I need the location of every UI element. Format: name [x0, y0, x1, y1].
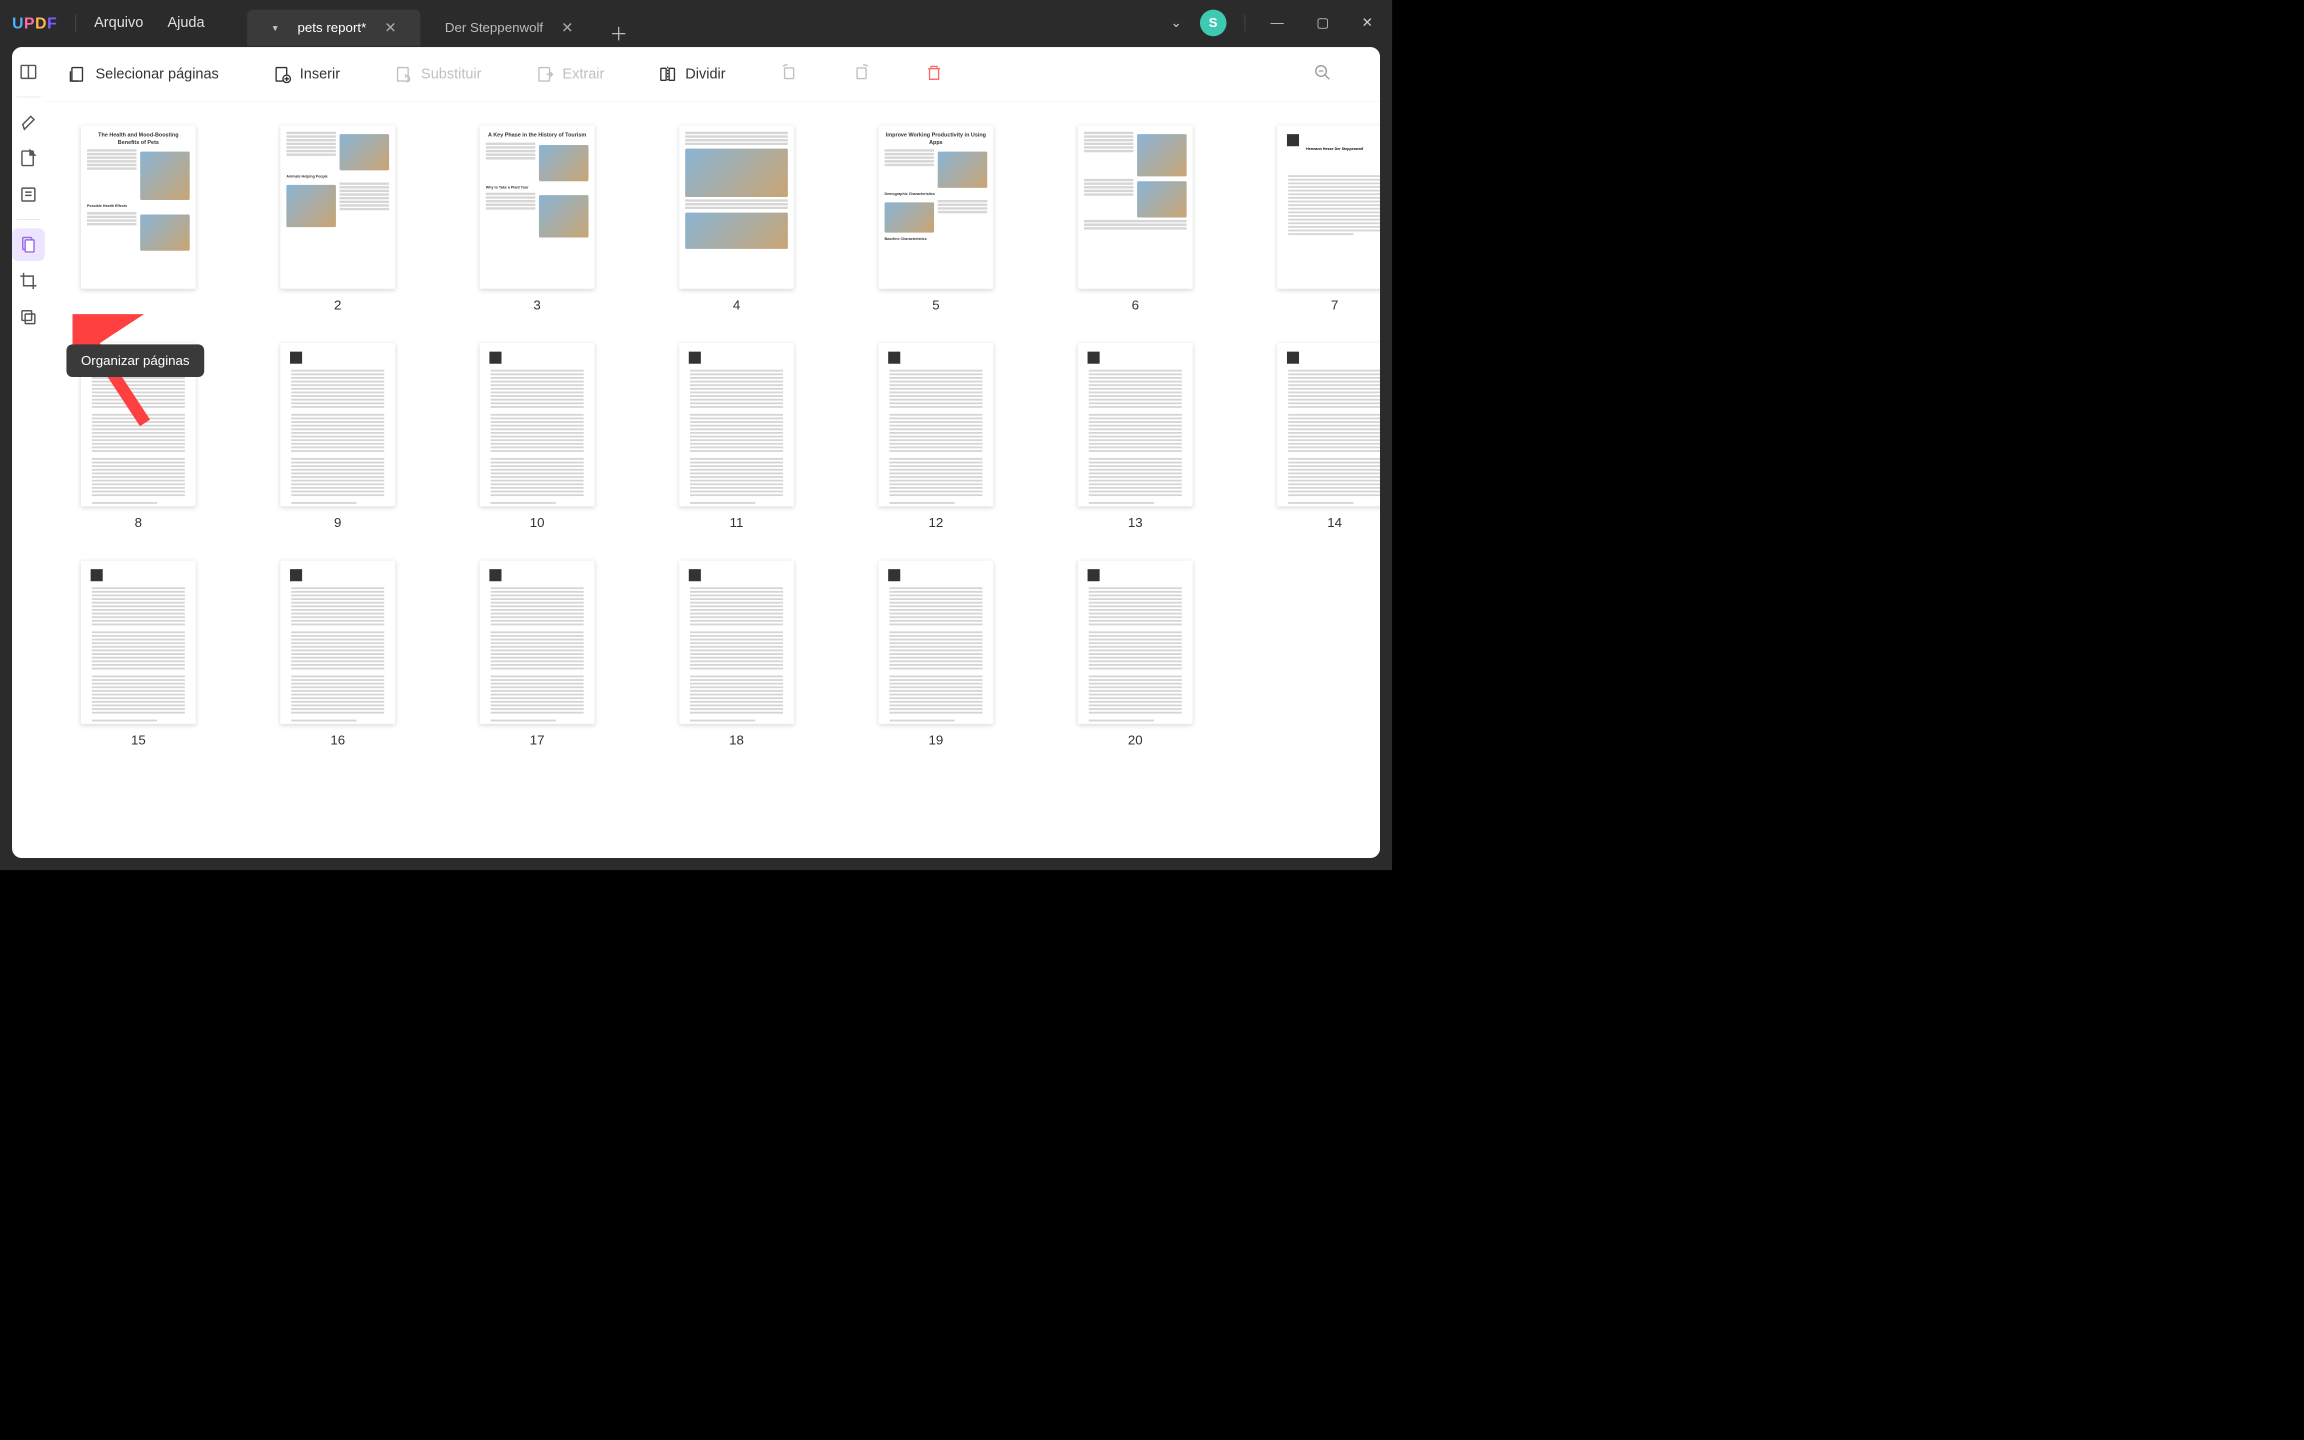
page-thumbnail[interactable]: 13 [1078, 343, 1193, 530]
tab-label: Der Steppenwolf [445, 20, 543, 36]
page-thumbnail[interactable]: 17 [480, 561, 595, 748]
insert-icon [273, 65, 291, 83]
menu-file[interactable]: Arquivo [94, 15, 143, 32]
page-thumbnail[interactable]: 4 [679, 126, 794, 313]
separator [16, 219, 40, 220]
edit-pdf-button[interactable] [12, 142, 45, 175]
page-thumbnail[interactable]: 12 [879, 343, 994, 530]
layers-icon [19, 308, 38, 327]
organize-pages-button[interactable] [12, 228, 45, 261]
book-icon [19, 62, 38, 81]
close-icon[interactable]: ✕ [561, 19, 573, 37]
form-icon [19, 185, 38, 204]
form-button[interactable] [12, 178, 45, 211]
page-thumbnail[interactable]: 16 [280, 561, 395, 748]
extract-button: Extrair [536, 65, 604, 83]
tab-label: pets report* [298, 20, 367, 36]
zoom-out-button[interactable] [1314, 63, 1332, 84]
tab-pets-report[interactable]: ▼ pets report* ✕ [247, 10, 421, 46]
marker-icon [19, 112, 38, 131]
replace-icon [394, 65, 412, 83]
content-area: Selecionar páginas Inserir Substituir Ex… [45, 47, 1380, 858]
page-grid[interactable]: The Health and Mood-Boosting Benefits of… [45, 102, 1380, 858]
extract-icon [536, 65, 554, 83]
minimize-button[interactable]: — [1263, 11, 1291, 34]
page-thumbnail[interactable]: Animals Helping People 2 [280, 126, 395, 313]
maximize-button[interactable]: ▢ [1309, 11, 1336, 34]
select-icon [69, 65, 87, 83]
page-thumbnail[interactable]: 10 [480, 343, 595, 530]
delete-button[interactable] [925, 63, 943, 84]
page-thumbnail[interactable]: 14 [1277, 343, 1380, 530]
redact-button[interactable] [12, 301, 45, 334]
tab-steppenwolf[interactable]: Der Steppenwolf ✕ [421, 10, 598, 46]
close-window-button[interactable]: ✕ [1354, 11, 1380, 34]
select-pages-button[interactable]: Selecionar páginas [69, 65, 219, 83]
zoom-out-icon [1314, 63, 1332, 81]
separator [16, 97, 40, 98]
replace-button: Substituir [394, 65, 481, 83]
page-thumbnail[interactable]: 15 [81, 561, 196, 748]
page-thumbnail[interactable]: 19 [879, 561, 994, 748]
page-thumbnail[interactable]: 18 [679, 561, 794, 748]
chevron-down-icon[interactable]: ⌄ [1171, 15, 1182, 31]
page-thumbnail[interactable]: A Key Phase in the History of Tourism Wh… [480, 126, 595, 313]
app-logo: UPDF [12, 14, 57, 33]
document-tabs: ▼ pets report* ✕ Der Steppenwolf ✕ ＋ [247, 0, 628, 46]
rotate-right-icon [852, 63, 870, 81]
user-avatar[interactable]: S [1200, 10, 1227, 37]
edit-document-icon [19, 149, 38, 168]
tooltip: Organizar páginas [66, 344, 204, 377]
page-thumbnail[interactable]: The Health and Mood-Boosting Benefits of… [81, 126, 196, 313]
comment-button[interactable] [12, 106, 45, 139]
new-tab-button[interactable]: ＋ [610, 19, 628, 46]
page-thumbnail[interactable]: 9 [280, 343, 395, 530]
page-thumbnail[interactable]: 20 [1078, 561, 1193, 748]
left-sidebar: Organizar páginas [12, 47, 45, 858]
rotate-left-button[interactable] [780, 63, 798, 84]
organize-pages-icon [19, 235, 38, 254]
menu-help[interactable]: Ajuda [167, 15, 204, 32]
crop-icon [19, 271, 38, 290]
rotate-right-button[interactable] [852, 63, 870, 84]
tab-dropdown-icon[interactable]: ▼ [271, 23, 279, 33]
page-toolbar: Selecionar páginas Inserir Substituir Ex… [45, 47, 1380, 101]
insert-button[interactable]: Inserir [273, 65, 340, 83]
page-thumbnail[interactable]: Hermann Hesse Der Steppenwolf 7 [1277, 126, 1380, 313]
split-button[interactable]: Dividir [659, 65, 726, 83]
crop-button[interactable] [12, 265, 45, 298]
reader-mode-button[interactable] [12, 56, 45, 89]
close-icon[interactable]: ✕ [384, 19, 396, 37]
page-thumbnail[interactable]: Improve Working Productivity in Using Ap… [879, 126, 994, 313]
rotate-left-icon [780, 63, 798, 81]
separator [75, 14, 76, 32]
page-thumbnail[interactable]: 6 [1078, 126, 1193, 313]
trash-icon [925, 63, 943, 81]
titlebar: UPDF Arquivo Ajuda ▼ pets report* ✕ Der … [0, 0, 1392, 46]
page-thumbnail[interactable]: 11 [679, 343, 794, 530]
split-icon [659, 65, 677, 83]
separator [1245, 15, 1246, 32]
